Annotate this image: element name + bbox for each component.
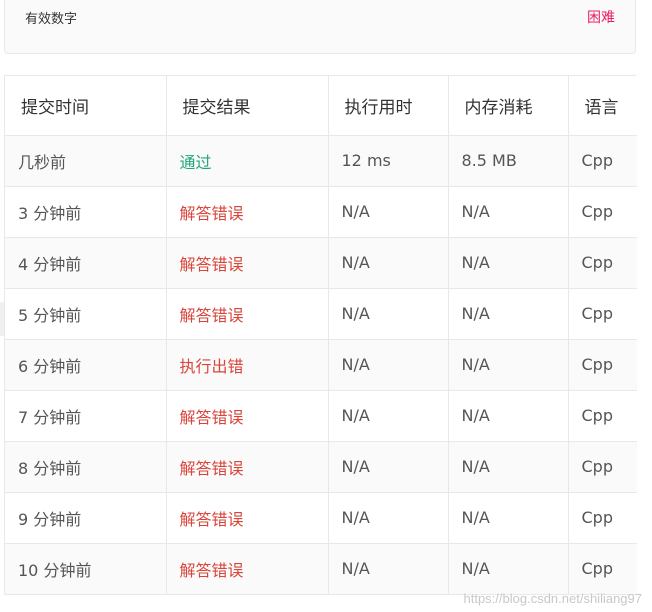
memory-cell: N/A (448, 237, 569, 289)
submit-time-cell: 5 分钟前 (5, 288, 167, 340)
table-row: 6 分钟前 执行出错 N/A N/A Cpp (5, 339, 637, 391)
submit-time-cell: 8 分钟前 (5, 441, 167, 493)
header-language: 语言 (568, 76, 637, 136)
submissions-page: 有效数字 困难 提交时间 提交结果 执行用时 内存消耗 语言 几秒前 通过 12… (0, 0, 652, 612)
submit-time-cell: 10 分钟前 (5, 543, 167, 594)
table-row: 7 分钟前 解答错误 N/A N/A Cpp (5, 390, 637, 442)
submissions-rows: 几秒前 通过 12 ms 8.5 MB Cpp 3 分钟前 解答错误 N/A N/A Cpp 4 分… (5, 135, 637, 594)
submissions-table: 提交时间 提交结果 执行用时 内存消耗 语言 几秒前 通过 12 ms 8.5 MB C… (4, 75, 637, 595)
header-runtime: 执行用时 (328, 76, 449, 136)
memory-cell: N/A (448, 492, 569, 544)
memory-cell: N/A (448, 390, 569, 442)
header-submit-time: 提交时间 (5, 76, 167, 136)
table-row: 9 分钟前 解答错误 N/A N/A Cpp (5, 492, 637, 544)
header-memory: 内存消耗 (448, 76, 569, 136)
problem-title[interactable]: 有效数字 (25, 8, 77, 27)
runtime-cell: N/A (328, 492, 449, 544)
problem-card[interactable]: 有效数字 困难 (4, 0, 636, 54)
language-cell: Cpp (568, 390, 637, 442)
language-cell: Cpp (568, 186, 637, 238)
memory-cell: N/A (448, 288, 569, 340)
runtime-cell: N/A (328, 288, 449, 340)
submit-result-link[interactable]: 解答错误 (166, 237, 329, 289)
language-cell: Cpp (568, 543, 637, 594)
memory-cell: N/A (448, 186, 569, 238)
header-submit-result: 提交结果 (166, 76, 329, 136)
runtime-cell: N/A (328, 390, 449, 442)
runtime-cell: 12 ms (328, 135, 449, 187)
submit-result-link[interactable]: 解答错误 (166, 390, 329, 442)
language-cell: Cpp (568, 135, 637, 187)
memory-cell: N/A (448, 441, 569, 493)
table-row: 4 分钟前 解答错误 N/A N/A Cpp (5, 237, 637, 289)
submit-result-link[interactable]: 解答错误 (166, 441, 329, 493)
table-row: 8 分钟前 解答错误 N/A N/A Cpp (5, 441, 637, 493)
table-row: 3 分钟前 解答错误 N/A N/A Cpp (5, 186, 637, 238)
difficulty-badge: 困难 (587, 10, 615, 26)
submit-result-link[interactable]: 解答错误 (166, 186, 329, 238)
table-row: 10 分钟前 解答错误 N/A N/A Cpp (5, 543, 637, 594)
table-row: 几秒前 通过 12 ms 8.5 MB Cpp (5, 135, 637, 187)
table-row: 5 分钟前 解答错误 N/A N/A Cpp (5, 288, 637, 340)
language-cell: Cpp (568, 441, 637, 493)
submit-time-cell: 7 分钟前 (5, 390, 167, 442)
memory-cell: N/A (448, 543, 569, 594)
language-cell: Cpp (568, 492, 637, 544)
language-cell: Cpp (568, 339, 637, 391)
memory-cell: N/A (448, 339, 569, 391)
runtime-cell: N/A (328, 186, 449, 238)
submit-result-link[interactable]: 通过 (166, 135, 329, 187)
runtime-cell: N/A (328, 339, 449, 391)
submit-time-cell: 几秒前 (5, 135, 167, 187)
runtime-cell: N/A (328, 237, 449, 289)
memory-cell: 8.5 MB (448, 135, 569, 187)
submit-time-cell: 9 分钟前 (5, 492, 167, 544)
watermark: https://blog.csdn.net/shiliang97 (463, 591, 642, 606)
submit-result-link[interactable]: 解答错误 (166, 492, 329, 544)
submit-time-cell: 3 分钟前 (5, 186, 167, 238)
submit-result-link[interactable]: 解答错误 (166, 288, 329, 340)
language-cell: Cpp (568, 288, 637, 340)
runtime-cell: N/A (328, 543, 449, 594)
language-cell: Cpp (568, 237, 637, 289)
submit-time-cell: 4 分钟前 (5, 237, 167, 289)
runtime-cell: N/A (328, 441, 449, 493)
submit-result-link[interactable]: 执行出错 (166, 339, 329, 391)
table-header-row: 提交时间 提交结果 执行用时 内存消耗 语言 (5, 76, 637, 136)
submit-time-cell: 6 分钟前 (5, 339, 167, 391)
submit-result-link[interactable]: 解答错误 (166, 543, 329, 594)
